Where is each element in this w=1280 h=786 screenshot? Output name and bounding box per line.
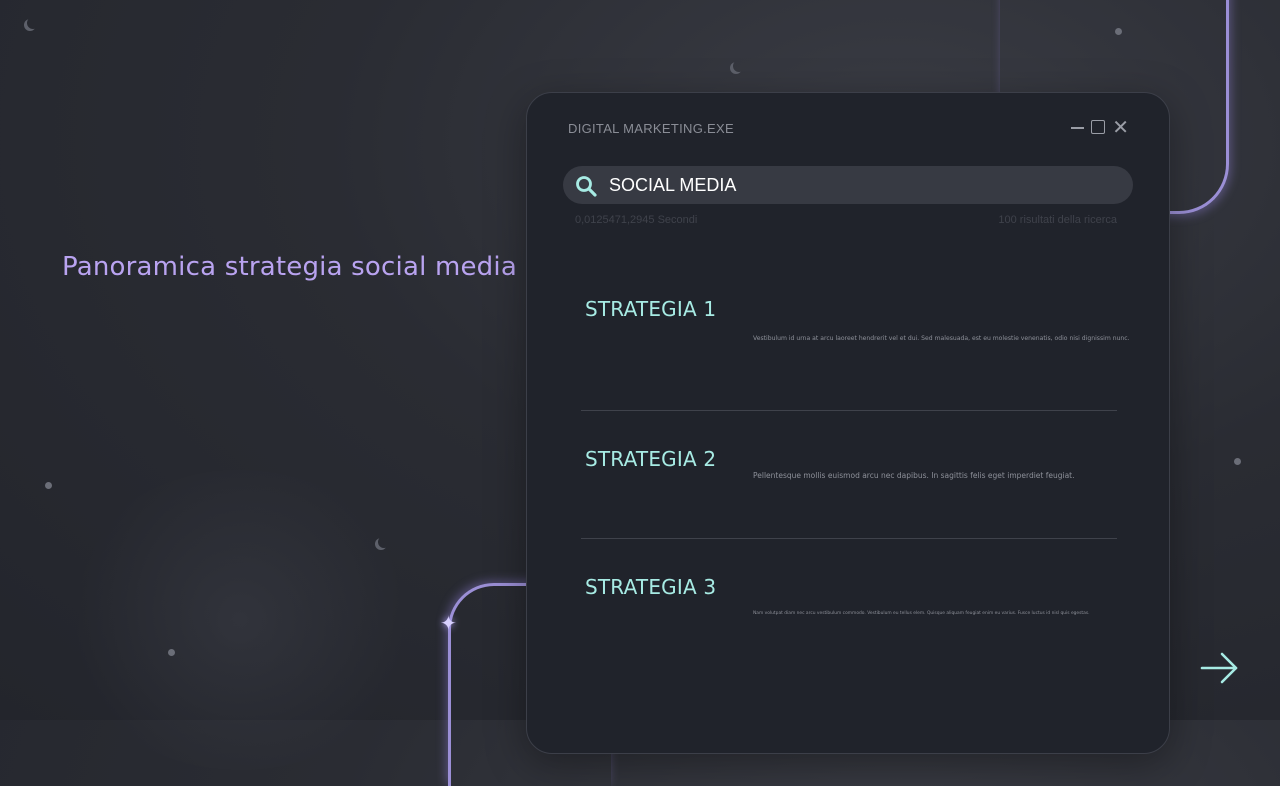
close-icon[interactable]: ✕	[1112, 117, 1129, 137]
decorative-dot	[45, 482, 52, 489]
strategy-description-2: Pellentesque mollis euismod arcu nec dap…	[753, 471, 1075, 480]
sparkle-icon: ✦	[440, 613, 457, 635]
search-time: 0,0125471,2945 Secondi	[575, 214, 698, 226]
strategy-title-1[interactable]: STRATEGIA 1	[585, 297, 716, 321]
window-title: DIGITAL MARKETING.EXE	[568, 121, 734, 136]
decorative-dot	[1115, 28, 1122, 35]
maximize-icon[interactable]	[1091, 120, 1106, 134]
divider	[581, 538, 1117, 539]
arrow-right-icon[interactable]	[1200, 650, 1240, 686]
search-input[interactable]	[609, 166, 1089, 204]
strategy-description-1: Vestibulum id urna at arcu laoreet hendr…	[753, 335, 1130, 342]
strategy-description-3: Nam volutpat diam nec arcu vestibulum co…	[753, 611, 1090, 616]
results-count: 100 risultati della ricerca	[998, 214, 1117, 226]
minimize-icon[interactable]	[1071, 127, 1085, 129]
window-controls: ✕	[1071, 117, 1129, 137]
search-icon[interactable]	[575, 175, 597, 197]
page-heading: Panoramica strategia social media	[62, 252, 517, 282]
decorative-moon	[733, 60, 745, 72]
search-bar	[563, 166, 1133, 204]
decorative-dot	[168, 649, 175, 656]
decorative-moon	[27, 17, 39, 29]
decorative-moon	[378, 536, 390, 548]
app-window: DIGITAL MARKETING.EXE ✕ 0,0125471,2945 S…	[526, 92, 1170, 754]
strategy-title-3[interactable]: STRATEGIA 3	[585, 575, 716, 599]
background-glow	[60, 470, 420, 770]
divider	[581, 410, 1117, 411]
decorative-dot	[1234, 458, 1241, 465]
strategy-title-2[interactable]: STRATEGIA 2	[585, 447, 716, 471]
